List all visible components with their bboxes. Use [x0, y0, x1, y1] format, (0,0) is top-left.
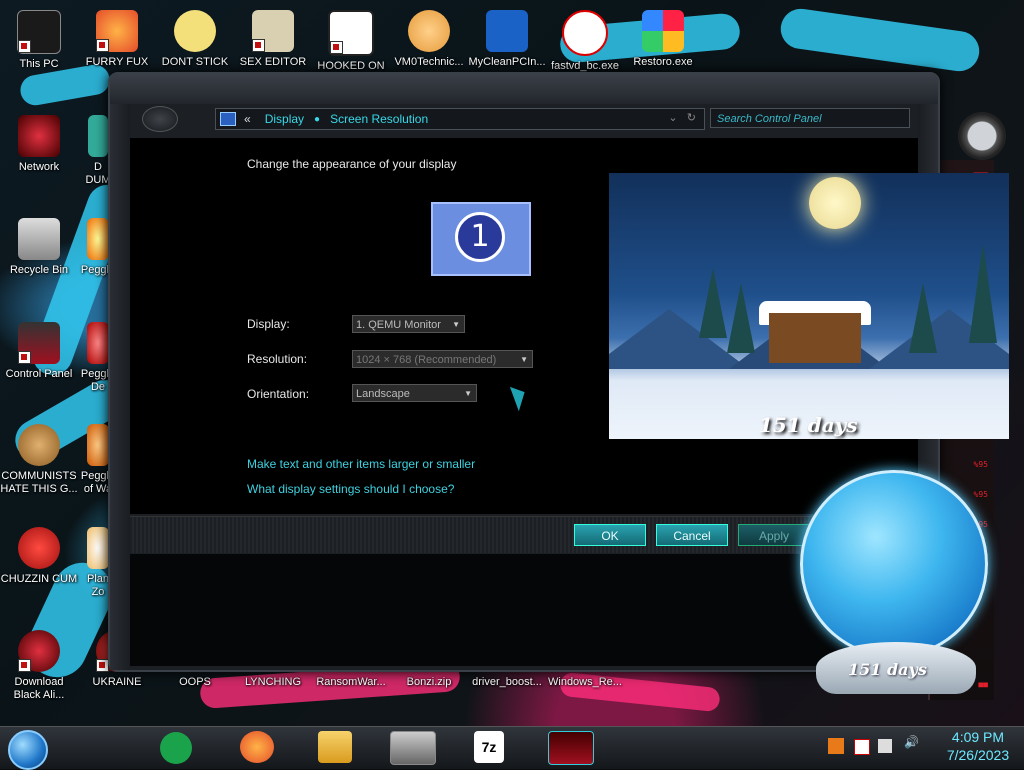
desktop-icon-dont-stick[interactable]: DONT STICK — [156, 10, 234, 69]
desktop-icon-recycle-bin[interactable]: Recycle Bin — [0, 218, 78, 277]
recycle-bin-icon — [18, 218, 60, 260]
system-clock[interactable]: 4:09 PM 7/26/2023 — [936, 728, 1020, 764]
peggle-icon — [87, 218, 109, 260]
page-heading: Change the appearance of your display — [247, 157, 457, 171]
chuzzle-icon — [18, 527, 60, 569]
desktop-icon-chuzzin[interactable]: CHUZZIN CUM — [0, 527, 78, 586]
action-center-tray-icon[interactable] — [854, 739, 870, 755]
breadcrumb-separator-icon[interactable]: ● — [314, 114, 320, 125]
desktop-icon-communists[interactable]: COMMUNISTS HATE THIS G... — [0, 424, 78, 496]
breadcrumb-screen-resolution[interactable]: Screen Resolution — [330, 112, 428, 126]
back-forward-nav-icon[interactable] — [142, 106, 178, 132]
desktop-icon-sex-editor[interactable]: SEX EDITOR — [234, 10, 312, 69]
snow-globe-gadget[interactable] — [800, 470, 988, 658]
refresh-icon[interactable]: ⌄ ↻ — [668, 111, 696, 124]
breadcrumb-display[interactable]: Display — [265, 112, 304, 126]
window-titlebar[interactable] — [110, 74, 938, 104]
address-bar[interactable]: « Display ● Screen Resolution ⌄ ↻ — [215, 108, 705, 130]
desktop-icon-hooked-on[interactable]: HOOKED ON — [312, 10, 390, 73]
monitor-number: 1 — [455, 212, 505, 262]
shield-icon — [486, 10, 528, 52]
desktop-icon-bonzi[interactable]: Bonzi.zip — [390, 676, 468, 689]
text-size-link[interactable]: Make text and other items larger or smal… — [247, 457, 475, 471]
snow-globe-days: 151 days — [848, 660, 927, 679]
peggle-icon — [87, 424, 109, 466]
desktop-icon-control-panel[interactable]: Control Panel — [0, 322, 78, 381]
resolution-label: Resolution: — [247, 352, 308, 366]
hxd-icon — [252, 10, 294, 52]
volume-tray-icon[interactable]: 🔊 — [904, 735, 919, 749]
monitor-1-tile[interactable]: 1 — [431, 202, 531, 276]
resolution-select[interactable]: 1024 × 768 (Recommended) ▼ — [352, 350, 533, 368]
taskbar — [0, 726, 1024, 769]
desktop-icon-fastvd[interactable]: fastvd_bc.exe — [546, 10, 624, 73]
alien-icon — [18, 630, 60, 672]
firefox-taskbar-icon[interactable] — [240, 731, 274, 763]
orientation-label: Orientation: — [247, 387, 310, 401]
network-icon — [18, 115, 60, 157]
display-settings-taskbar-icon[interactable] — [390, 731, 436, 765]
spotify-taskbar-icon[interactable] — [160, 732, 192, 764]
desktop-icon-driver-booster[interactable]: driver_boost... — [468, 676, 546, 689]
alienware-logo-icon — [958, 112, 1006, 160]
7zip-taskbar-icon[interactable]: 7z — [474, 731, 504, 763]
control-panel-small-icon — [220, 112, 236, 126]
doctor-icon — [408, 10, 450, 52]
desktop-icon-download-black[interactable]: Download Black Ali... — [0, 630, 78, 702]
desktop-icon-mycleanpc[interactable]: MyCleanPCIn... — [468, 10, 546, 69]
flower-icon — [87, 527, 109, 569]
cancel-button[interactable]: Cancel — [656, 524, 728, 546]
file-explorer-taskbar-icon[interactable] — [318, 731, 352, 763]
desktop-icon-vm0technic[interactable]: VM0Technic... — [390, 10, 468, 69]
peggle-icon — [87, 322, 109, 364]
search-input[interactable]: Search Control Panel — [710, 108, 910, 128]
winter-countdown-gadget[interactable]: 151 days — [609, 173, 1009, 439]
restoro-icon — [642, 10, 684, 52]
clock-date: 7/26/2023 — [946, 747, 1010, 763]
desktop-icon-furry-fux[interactable]: FURRY FUX — [78, 10, 156, 69]
computer-icon — [17, 10, 61, 54]
tree-icon — [969, 243, 997, 343]
maze-icon — [328, 10, 374, 56]
money-bag-icon — [18, 424, 60, 466]
tree-icon — [909, 283, 937, 353]
desktop-icon-lynching[interactable]: LYNCHING — [234, 676, 312, 689]
desktop-icon-restoro[interactable]: Restoro.exe — [624, 10, 702, 69]
display-help-link[interactable]: What display settings should I choose? — [247, 482, 454, 496]
desktop-icon-oops[interactable]: OOPS — [156, 676, 234, 689]
tree-icon — [727, 283, 755, 353]
moon-icon — [809, 177, 861, 229]
display-label: Display: — [247, 317, 290, 331]
dropdown-arrow-icon: ▼ — [520, 355, 528, 364]
update-tray-icon[interactable] — [828, 738, 844, 754]
ok-button[interactable]: OK — [574, 524, 646, 546]
orientation-select[interactable]: Landscape ▼ — [352, 384, 477, 402]
cabin-icon — [769, 313, 861, 363]
video-downloader-icon — [562, 10, 608, 56]
tree-icon — [699, 268, 727, 338]
dropdown-arrow-icon: ▼ — [464, 389, 472, 398]
app-icon — [88, 115, 108, 157]
countdown-days: 151 days — [759, 413, 858, 437]
desktop-icon-this-pc[interactable]: This PC — [0, 10, 78, 71]
dropdown-arrow-icon: ▼ — [452, 320, 460, 329]
display-select[interactable]: 1. QEMU Monitor ▼ — [352, 315, 465, 333]
desktop-icon-windows-re[interactable]: Windows_Re... — [546, 676, 624, 689]
network-tray-icon[interactable] — [878, 739, 892, 753]
cartoon-icon — [174, 10, 216, 52]
clock-time: 4:09 PM — [951, 729, 1005, 745]
start-button[interactable] — [8, 730, 48, 770]
desktop-icon-network[interactable]: Network — [0, 115, 78, 174]
alienware-taskbar-icon[interactable] — [548, 731, 594, 765]
desktop-icon-ransomware[interactable]: RansomWar... — [312, 676, 390, 689]
firefox-icon — [96, 10, 138, 52]
control-panel-icon — [18, 322, 60, 364]
chevron-left-icon[interactable]: « — [244, 112, 251, 126]
apply-button[interactable]: Apply — [738, 524, 810, 546]
